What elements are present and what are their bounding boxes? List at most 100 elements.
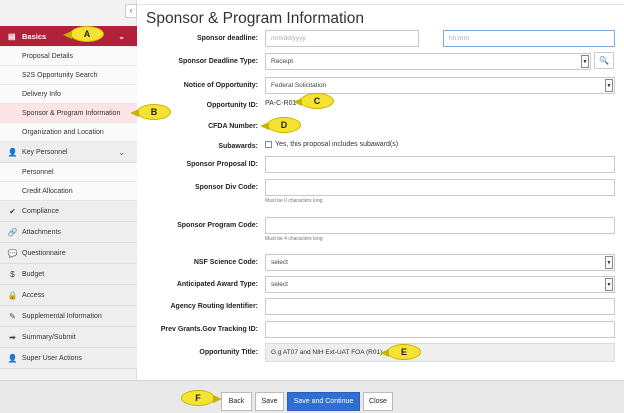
- sidebar-item-label: Credit Allocation: [22, 187, 73, 195]
- tracking-id-input[interactable]: [265, 321, 615, 338]
- notice-value: Federal Solicitation: [271, 82, 327, 89]
- subawards-checkbox[interactable]: [265, 141, 272, 148]
- comment-icon: 💬: [7, 248, 18, 258]
- cfda-label: CFDA Number:: [208, 123, 258, 130]
- div-code-input[interactable]: [265, 179, 615, 196]
- document-icon: ▤: [8, 31, 16, 41]
- routing-id-input[interactable]: [265, 298, 615, 315]
- pencil-icon: ✎: [9, 311, 16, 321]
- search-button[interactable]: 🔍: [594, 52, 614, 69]
- sidebar-item-label: Personnel: [22, 168, 54, 176]
- nsf-code-label: NSF Science Code:: [193, 259, 258, 266]
- select-arrow-icon: ▼: [605, 79, 613, 92]
- search-icon: 🔍: [599, 56, 609, 65]
- nsf-code-select[interactable]: select ▼: [265, 254, 615, 271]
- notice-label: Notice of Opportunity:: [183, 82, 258, 89]
- sidebar-section-label: Compliance: [22, 207, 59, 215]
- callout-d: D: [260, 117, 301, 133]
- sidebar-section-label: Basics: [22, 31, 47, 41]
- sidebar-item-label: Organization and Location: [22, 128, 104, 136]
- notice-select[interactable]: Federal Solicitation ▼: [265, 77, 615, 94]
- sponsor-deadline-time-input[interactable]: hh:mm: [443, 30, 615, 47]
- sidebar-item-label: Delivery Info: [22, 90, 61, 98]
- nsf-code-value: select: [271, 259, 288, 266]
- sidebar-section-summary-submit[interactable]: ➡ Summary/Submit: [0, 327, 137, 348]
- check-icon: ✔: [9, 206, 16, 216]
- proposal-id-input[interactable]: [265, 156, 615, 173]
- sidebar-section-label: Budget: [22, 270, 45, 278]
- sidebar-item-delivery-info[interactable]: Delivery Info: [0, 85, 137, 104]
- award-type-value: select: [271, 281, 288, 288]
- lock-icon: 🔒: [7, 290, 18, 300]
- callout-f: F: [181, 390, 222, 406]
- sidebar-section-label: Supplemental Information: [22, 312, 102, 320]
- program-code-input[interactable]: [265, 217, 615, 234]
- sidebar-section-key-personnel[interactable]: 👤 Key Personnel ⌄: [0, 142, 137, 163]
- back-button[interactable]: Back: [221, 392, 252, 411]
- opportunity-title-label: Opportunity Title:: [199, 349, 258, 356]
- select-arrow-icon: ▼: [581, 55, 589, 68]
- arrow-right-icon: ➡: [9, 332, 16, 342]
- subawards-label: Subawards:: [218, 143, 258, 150]
- deadline-type-value: Receipt: [271, 58, 294, 65]
- award-type-select[interactable]: select ▼: [265, 276, 615, 293]
- div-code-label: Sponsor Div Code:: [194, 184, 258, 191]
- opportunity-title-value: G.g AT07 and NIH Ext-UAT FOA (R01): [265, 343, 615, 362]
- award-type-label: Anticipated Award Type:: [176, 281, 258, 288]
- routing-id-label: Agency Routing Identifier:: [170, 303, 259, 310]
- sidebar-item-label: S2S Opportunity Search: [22, 71, 98, 79]
- chevron-down-icon: ⌄: [118, 31, 125, 41]
- sidebar-item-personnel[interactable]: Personnel: [0, 163, 137, 182]
- subawards-checkbox-label: Yes, this proposal includes subaward(s): [275, 141, 399, 148]
- sponsor-deadline-label: Sponsor deadline:: [196, 35, 258, 42]
- sidebar-section-compliance[interactable]: ✔ Compliance: [0, 201, 137, 222]
- sidebar-section-label: Summary/Submit: [22, 333, 76, 341]
- sidebar-section-super-user[interactable]: 👤 Super User Actions: [0, 348, 137, 369]
- sidebar-section-label: Questionnaire: [22, 249, 66, 257]
- user-icon: 👤: [7, 353, 18, 363]
- sidebar-section-label: Key Personnel: [22, 148, 68, 156]
- save-button[interactable]: Save: [255, 392, 284, 411]
- sidebar-item-organization-location[interactable]: Organization and Location: [0, 123, 137, 142]
- opportunity-id-value: PA-C-R01: [265, 100, 297, 107]
- program-code-help: Must be 4 characters long: [265, 236, 323, 242]
- sidebar-section-questionnaire[interactable]: 💬 Questionnaire: [0, 243, 137, 264]
- program-code-label: Sponsor Program Code:: [177, 222, 258, 229]
- callout-e: E: [380, 344, 421, 360]
- sidebar-item-sponsor-program-information[interactable]: Sponsor & Program Information: [0, 104, 137, 123]
- money-icon: $: [10, 269, 15, 279]
- callout-b: B: [130, 104, 171, 120]
- tracking-id-label: Prev Grants.Gov Tracking ID:: [160, 326, 258, 333]
- callout-c: C: [293, 93, 334, 109]
- sidebar-item-proposal-details[interactable]: Proposal Details: [0, 47, 137, 66]
- sidebar-section-label: Attachments: [22, 228, 61, 236]
- sidebar-item-credit-allocation[interactable]: Credit Allocation: [0, 182, 137, 201]
- deadline-type-label: Sponsor Deadline Type:: [178, 58, 258, 65]
- sidebar: ‹ ▤ Basics ⌄ Proposal Details S2S Opport…: [0, 0, 137, 380]
- select-arrow-icon: ▼: [605, 256, 613, 269]
- save-continue-button[interactable]: Save and Continue: [287, 392, 360, 411]
- sidebar-section-access[interactable]: 🔒 Access: [0, 285, 137, 306]
- div-code-help: Must be 0 characters long: [265, 198, 323, 204]
- callout-a: A: [63, 26, 104, 42]
- page-title: Sponsor & Program Information: [146, 10, 364, 27]
- sidebar-item-label: Sponsor & Program Information: [22, 109, 121, 117]
- person-icon: 👤: [7, 147, 18, 157]
- proposal-id-label: Sponsor Proposal ID:: [186, 161, 258, 168]
- sidebar-section-label: Access: [22, 291, 45, 299]
- sidebar-collapse-button[interactable]: ‹: [125, 4, 137, 18]
- sidebar-item-label: Proposal Details: [22, 52, 73, 60]
- chevron-down-icon: ⌄: [118, 147, 125, 157]
- top-divider: [137, 4, 624, 5]
- sidebar-section-budget[interactable]: $ Budget: [0, 264, 137, 285]
- sidebar-section-label: Super User Actions: [22, 354, 82, 362]
- sidebar-item-s2s-opportunity-search[interactable]: S2S Opportunity Search: [0, 66, 137, 85]
- select-arrow-icon: ▼: [605, 278, 613, 291]
- close-button[interactable]: Close: [363, 392, 393, 411]
- sponsor-deadline-date-input[interactable]: mm/dd/yyyy: [265, 30, 419, 47]
- sidebar-section-supplemental[interactable]: ✎ Supplemental Information: [0, 306, 137, 327]
- opportunity-id-label: Opportunity ID:: [206, 102, 258, 109]
- link-icon: 🔗: [7, 227, 18, 237]
- deadline-type-select[interactable]: Receipt ▼: [265, 53, 591, 70]
- sidebar-section-attachments[interactable]: 🔗 Attachments: [0, 222, 137, 243]
